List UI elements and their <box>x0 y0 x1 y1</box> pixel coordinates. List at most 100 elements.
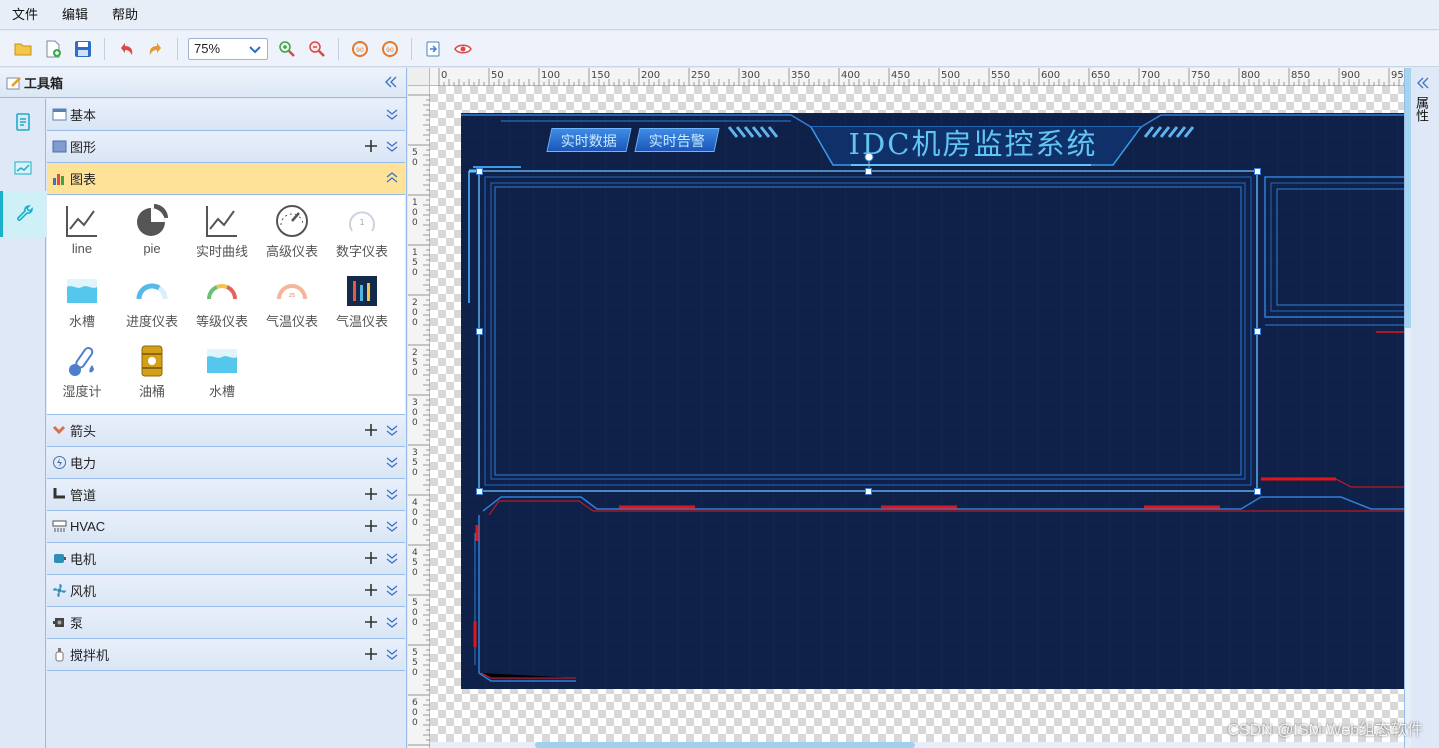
expand-down-icon[interactable] <box>385 647 399 661</box>
group-shapes[interactable]: 图形 <box>47 131 405 163</box>
chart-item-pie[interactable]: pie <box>117 199 187 265</box>
resize-handle-nw[interactable] <box>476 168 483 175</box>
chart-item-hygrometer[interactable]: 湿度计 <box>47 339 117 405</box>
save-button[interactable] <box>71 37 95 61</box>
menu-edit[interactable]: 编辑 <box>50 0 100 30</box>
plus-icon[interactable] <box>363 486 379 502</box>
ruler-top-ticks: 0 50 100 150 200 250 300 350 400 450 500 550 600 650 7… <box>438 68 1404 86</box>
group-pumps[interactable]: 泵 <box>47 607 405 639</box>
expand-down-icon[interactable] <box>385 455 399 469</box>
preview-button[interactable] <box>451 37 475 61</box>
expand-down-icon[interactable] <box>385 423 399 437</box>
zoom-select[interactable]: 75% <box>188 37 268 60</box>
zoom-in-button[interactable] <box>275 37 299 61</box>
side-tab-chart[interactable] <box>0 145 46 191</box>
expand-down-icon[interactable] <box>385 583 399 597</box>
expand-down-icon[interactable] <box>385 487 399 501</box>
pump-icon <box>53 618 64 627</box>
plus-icon[interactable] <box>363 518 379 534</box>
expand-left-icon[interactable] <box>1415 76 1429 90</box>
zoom-out-button[interactable] <box>305 37 329 61</box>
ruler-label: 0 <box>412 468 418 478</box>
side-tab-tools[interactable] <box>0 191 46 237</box>
group-fans[interactable]: 风机 <box>47 575 405 607</box>
properties-label[interactable]: 属性 <box>1414 96 1429 122</box>
ruler-label: 3 <box>412 448 418 458</box>
scrollbar-thumb[interactable] <box>1405 68 1411 328</box>
plus-icon[interactable] <box>363 646 379 662</box>
chart-item-water-tank[interactable]: 水槽 <box>47 269 117 335</box>
resize-handle-n[interactable] <box>865 168 872 175</box>
expand-down-icon[interactable] <box>385 615 399 629</box>
resize-handle-s[interactable] <box>865 488 872 495</box>
chart-item-level-gauge[interactable]: 等级仪表 <box>187 269 257 335</box>
side-tab-document[interactable] <box>0 99 46 145</box>
ruler-label: 350 <box>791 70 810 81</box>
new-file-button[interactable] <box>41 37 65 61</box>
collapse-up-icon[interactable] <box>385 171 399 185</box>
scrollbar-thumb[interactable] <box>535 742 915 748</box>
chart-item-label: 气温仪表 <box>335 314 388 329</box>
group-arrows[interactable]: 箭头 <box>47 415 405 447</box>
chart-item-progress-gauge[interactable]: 进度仪表 <box>117 269 187 335</box>
open-folder-button[interactable] <box>11 37 35 61</box>
motor-icon <box>54 554 66 563</box>
chart-item-temperature-gauge[interactable]: 25 气温仪表 <box>257 269 327 335</box>
expand-down-icon[interactable] <box>385 139 399 153</box>
group-hvac[interactable]: HVAC <box>47 511 405 543</box>
chart-item-realtime-curve[interactable]: 实时曲线 <box>187 199 257 265</box>
ruler-label: 5 <box>412 258 418 268</box>
export-button[interactable] <box>421 37 445 61</box>
resize-handle-ne[interactable] <box>1254 168 1261 175</box>
collapse-left-icon[interactable] <box>382 74 398 90</box>
expand-down-icon[interactable] <box>385 107 399 121</box>
plus-icon[interactable] <box>363 582 379 598</box>
plus-icon[interactable] <box>363 138 379 154</box>
group-label: 风机 <box>70 584 97 599</box>
rotate-right-button[interactable]: 90 <box>378 37 402 61</box>
ruler-label: 900 <box>1341 70 1360 81</box>
svg-text:90: 90 <box>356 47 364 54</box>
group-power[interactable]: 电力 <box>47 447 405 479</box>
toolbox-header: 工具箱 <box>0 68 406 98</box>
expand-down-icon[interactable] <box>385 519 399 533</box>
ruler-label: 850 <box>1291 70 1310 81</box>
chart-item-advanced-gauge[interactable]: 高级仪表 <box>257 199 327 265</box>
chart-item-line[interactable]: line <box>47 199 117 265</box>
trend-chart-icon <box>14 161 32 175</box>
resize-handle-e[interactable] <box>1254 328 1261 335</box>
redo-button[interactable] <box>144 37 168 61</box>
horizontal-scrollbar[interactable] <box>430 742 1404 748</box>
group-charts[interactable]: 图表 <box>47 163 405 195</box>
plus-icon[interactable] <box>363 550 379 566</box>
menu-file[interactable]: 文件 <box>0 0 50 30</box>
toolbox-groups: 基本 图形 图表 line pie 实时曲线 高级仪表 1 数字仪表 水槽 进度… <box>47 99 405 671</box>
undo-button[interactable] <box>114 37 138 61</box>
chart-item-digital-gauge[interactable]: 1 数字仪表 <box>327 199 397 265</box>
expand-down-icon[interactable] <box>385 551 399 565</box>
group-pipes[interactable]: 管道 <box>47 479 405 511</box>
thermometer-icon <box>69 346 94 376</box>
rotate-left-button[interactable]: 90 <box>348 37 372 61</box>
group-mixers[interactable]: 搅拌机 <box>47 639 405 671</box>
menu-help[interactable]: 帮助 <box>100 0 150 30</box>
group-motors[interactable]: 电机 <box>47 543 405 575</box>
resize-handle-sw[interactable] <box>476 488 483 495</box>
resize-handle-se[interactable] <box>1254 488 1261 495</box>
vertical-scrollbar[interactable] <box>1405 68 1411 748</box>
editor-canvas-area: 0 50 100 150 200 250 300 350 400 450 500 550 600 650 7… <box>408 68 1404 748</box>
plus-icon[interactable] <box>363 614 379 630</box>
ruler-label: 0 <box>412 208 418 218</box>
resize-handle-w[interactable] <box>476 328 483 335</box>
chart-item-oil-barrel[interactable]: 油桶 <box>117 339 187 405</box>
group-basic[interactable]: 基本 <box>47 99 405 131</box>
chart-item-water-tank-2[interactable]: 水槽 <box>187 339 257 405</box>
chart-item-temperature-gauge-2[interactable]: 气温仪表 <box>327 269 397 335</box>
tab-realtime-alarm[interactable]: 实时告警 <box>634 128 720 152</box>
ruler-label: 0 <box>441 70 447 81</box>
scada-scene[interactable]: IDC机房监控系统 实时数据 实时告警 <box>461 113 1404 689</box>
wrench-icon <box>16 205 33 221</box>
tab-realtime-data[interactable]: 实时数据 <box>546 128 632 152</box>
plus-icon[interactable] <box>363 422 379 438</box>
zoom-in-icon <box>279 40 295 57</box>
